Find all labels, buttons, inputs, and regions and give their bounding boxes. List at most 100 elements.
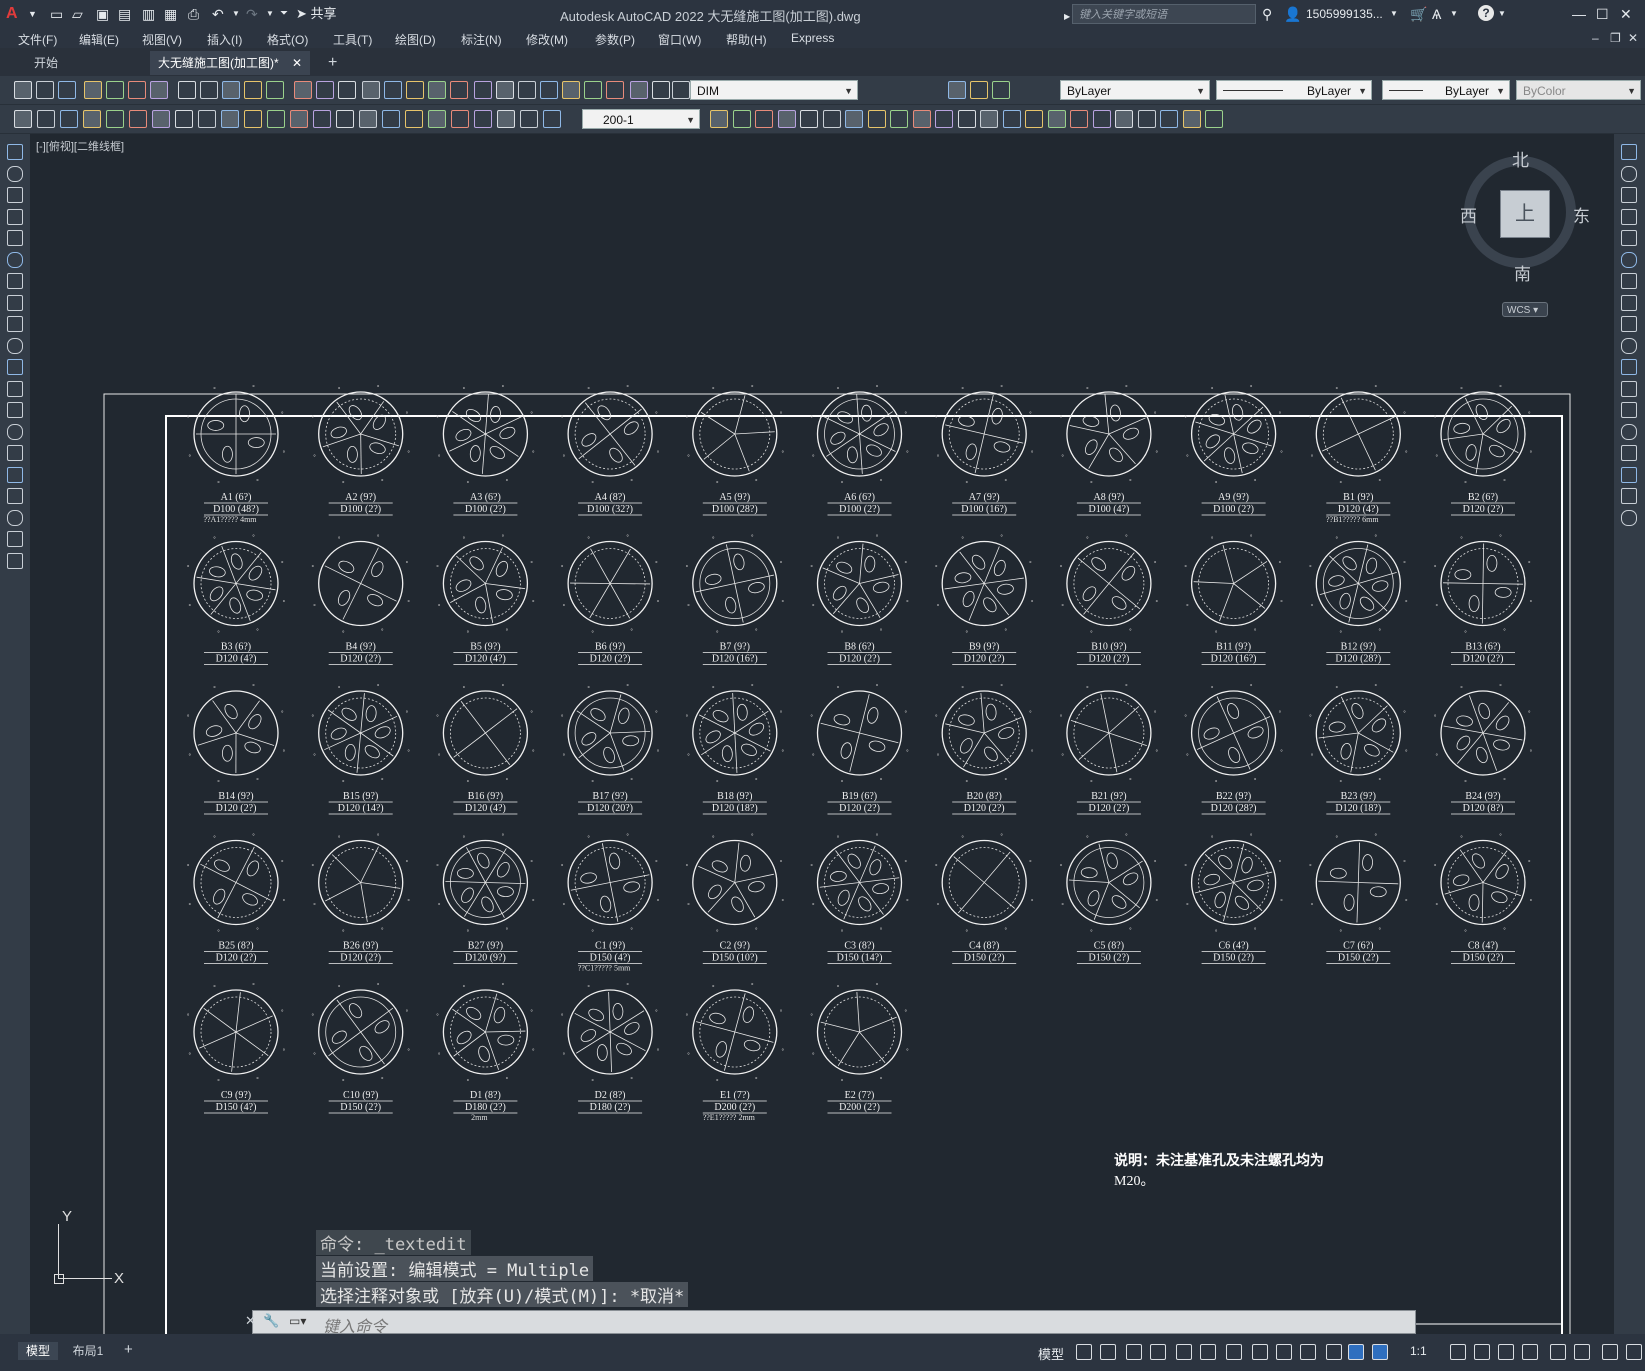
dimension-tool-icon[interactable] (129, 110, 147, 128)
dimension-tool-icon[interactable] (733, 110, 751, 128)
annotation-scale[interactable]: 1:1 (1410, 1344, 1427, 1358)
cart-icon[interactable]: 🛒 (1410, 5, 1427, 23)
flange-part[interactable]: ∘ ∘ ∘ ∘ ∘ ∘ ∘ ∘ B10 (9?)D120 (2?) (1059, 534, 1159, 665)
maximize-icon[interactable]: ☐ (1596, 5, 1609, 23)
isolate-icon[interactable] (1574, 1344, 1590, 1360)
modify-tool-icon[interactable] (1621, 380, 1637, 397)
flange-part[interactable]: ∘ ∘ ∘ ∘ ∘ ∘ ∘ ∘ B4 (9?)D120 (2?) (311, 534, 411, 665)
standard-tool-icon[interactable] (128, 81, 146, 99)
dim-style-dropdown[interactable]: DIM ▼ (690, 80, 858, 100)
dimension-tool-icon[interactable] (14, 110, 32, 128)
standard-tool-icon[interactable] (518, 81, 536, 99)
standard-tool-icon[interactable] (606, 81, 624, 99)
standard-tool-icon[interactable] (406, 81, 424, 99)
dimension-tool-icon[interactable] (313, 110, 331, 128)
standard-tool-icon[interactable] (584, 81, 602, 99)
flange-part[interactable]: ∘ ∘ ∘ ∘ ∘ ∘ ∘ ∘ B21 (9?)D120 (2?) (1059, 683, 1159, 815)
flange-part[interactable]: ∘ ∘ ∘ ∘ ∘ ∘ ∘ ∘ B12 (9?)D120 (28?) (1309, 534, 1409, 665)
standard-tool-icon[interactable] (316, 81, 334, 99)
modify-tool-icon[interactable] (1621, 144, 1637, 160)
modify-tool-icon[interactable] (1621, 359, 1637, 375)
flange-part[interactable]: ∘ ∘ ∘ ∘ ∘ ∘ ∘ ∘ B26 (9?)D120 (2?) (311, 833, 411, 964)
lineweight-icon[interactable] (1252, 1344, 1268, 1360)
draw-tool-icon[interactable] (7, 144, 23, 160)
dimension-tool-icon[interactable] (428, 110, 446, 128)
flange-part[interactable]: ∘ ∘ ∘ ∘ ∘ ∘ ∘ ∘ B7 (9?)D120 (16?) (685, 534, 785, 665)
draw-tool-icon[interactable] (7, 273, 23, 289)
standard-tool-icon[interactable] (384, 81, 402, 99)
autodesk-app-icon[interactable]: Ѧ (1432, 5, 1441, 23)
menu-window[interactable]: 窗口(W) (658, 31, 701, 48)
menu-tools[interactable]: 工具(T) (333, 31, 372, 48)
annotation-visibility-icon[interactable] (1326, 1344, 1342, 1360)
dimension-tool-icon[interactable] (106, 110, 124, 128)
quick-properties-icon[interactable] (1522, 1344, 1538, 1360)
modify-tool-icon[interactable] (1621, 402, 1637, 418)
dimension-tool-icon[interactable] (244, 110, 262, 128)
dimension-tool-icon[interactable] (1205, 110, 1223, 128)
standard-tool-icon[interactable] (150, 81, 168, 99)
user-account[interactable]: 1505999135... (1306, 5, 1383, 23)
dimension-tool-icon[interactable] (935, 110, 953, 128)
dimension-tool-icon[interactable] (474, 110, 492, 128)
share-button[interactable]: ➤ 共享 (296, 5, 337, 23)
user-dropdown-icon[interactable]: ▼ (1390, 5, 1398, 23)
units-icon[interactable] (1498, 1344, 1514, 1360)
draw-tool-icon[interactable] (7, 294, 23, 311)
modify-tool-icon[interactable] (1621, 337, 1637, 354)
draw-tool-icon[interactable] (7, 316, 23, 332)
scale-dropdown[interactable]: 200-1 ▼ (582, 109, 700, 129)
dimension-tool-icon[interactable] (1093, 110, 1111, 128)
osnap-icon[interactable] (1226, 1344, 1242, 1360)
draw-tool-icon[interactable] (7, 531, 23, 547)
save-as-icon[interactable]: ▤ (118, 5, 131, 23)
dimension-tool-icon[interactable] (83, 110, 101, 128)
transparency-icon[interactable] (1276, 1344, 1292, 1360)
menu-help[interactable]: 帮助(H) (726, 31, 767, 48)
workspace-icon[interactable] (1450, 1344, 1466, 1360)
flange-part[interactable]: ∘ ∘ ∘ ∘ ∘ ∘ ∘ ∘ B24 (9?)D120 (8?) (1433, 683, 1533, 815)
doc-minimize-icon[interactable]: – (1592, 31, 1599, 45)
flange-part[interactable]: ∘ ∘ ∘ ∘ ∘ ∘ ∘ ∘ A8 (9?)D100 (4?) (1059, 384, 1159, 516)
flange-part[interactable]: ∘∘∘∘∘∘ ∘∘B1 (9?)D120 (4?)??B1????? 6mm (1309, 384, 1409, 524)
doc-restore-icon[interactable]: ❐ (1610, 31, 1621, 45)
dimension-tool-icon[interactable] (451, 110, 469, 128)
modify-tool-icon[interactable] (1621, 509, 1637, 526)
autocad-logo-icon[interactable]: A (6, 5, 18, 23)
flange-part[interactable]: ∘∘∘∘∘∘ ∘∘A9 (9?)D100 (2?) (1184, 384, 1284, 516)
command-close-icon[interactable]: ✕ (245, 1313, 256, 1329)
standard-tool-icon[interactable] (428, 81, 446, 99)
flange-part[interactable]: ∘ ∘ ∘ ∘ ∘ ∘ ∘ ∘ B13 (6?)D120 (2?) (1433, 534, 1533, 665)
command-recent-icon[interactable]: ▭▾ (289, 1314, 306, 1328)
flange-part[interactable]: ∘ ∘ ∘ ∘ ∘ ∘ ∘ ∘ B25 (8?)D120 (2?) (186, 833, 286, 964)
menu-parametric[interactable]: 参数(P) (595, 31, 635, 48)
dimension-tool-icon[interactable] (520, 110, 538, 128)
flange-part[interactable]: ∘ ∘ ∘ ∘ ∘ ∘ ∘ ∘ B3 (6?)D120 (4?) (186, 534, 286, 665)
flange-part[interactable]: ∘ ∘ ∘ ∘ ∘ ∘ ∘ ∘ B8 (6?)D120 (2?) (810, 534, 910, 665)
modify-tool-icon[interactable] (1621, 251, 1637, 268)
standard-tool-icon[interactable] (294, 81, 312, 99)
redo-icon[interactable]: ↷ (246, 5, 258, 23)
new-tab-button[interactable]: + (320, 51, 344, 75)
model-space-button[interactable]: 模型 (1038, 1344, 1064, 1363)
print-icon[interactable]: ⎙ (188, 5, 199, 23)
standard-tool-icon[interactable] (540, 81, 558, 99)
draw-tool-icon[interactable] (7, 380, 23, 397)
plotstyle-dropdown[interactable]: ByColor ▼ (1516, 80, 1641, 100)
flange-part[interactable]: ∘ ∘ ∘ ∘ ∘ ∘ ∘ ∘ C2 (9?)D150 (10?) (685, 833, 785, 964)
flange-part[interactable]: ∘ ∘ ∘ ∘ ∘ ∘ ∘ ∘ B17 (9?)D120 (20?) (560, 683, 660, 815)
draw-tool-icon[interactable] (7, 337, 23, 354)
standard-tool-icon[interactable] (992, 81, 1010, 99)
autoscale-icon[interactable] (1348, 1344, 1364, 1360)
modify-tool-icon[interactable] (1621, 423, 1637, 440)
dimension-tool-icon[interactable] (1138, 110, 1156, 128)
grid-icon[interactable] (1076, 1344, 1092, 1360)
standard-tool-icon[interactable] (362, 81, 380, 99)
standard-tool-icon[interactable] (652, 81, 670, 99)
open-file-icon[interactable]: ▱ (72, 5, 83, 23)
annotation-monitor-icon[interactable] (1372, 1344, 1388, 1360)
flange-part[interactable]: ∘ ∘ ∘ ∘ ∘ ∘ ∘ ∘ C1 (9?)D150 (4?)??C1????? 5mm (560, 833, 660, 973)
dimension-tool-icon[interactable] (405, 110, 423, 128)
standard-tool-icon[interactable] (222, 81, 240, 99)
doc-close-icon[interactable]: ✕ (1628, 31, 1638, 45)
